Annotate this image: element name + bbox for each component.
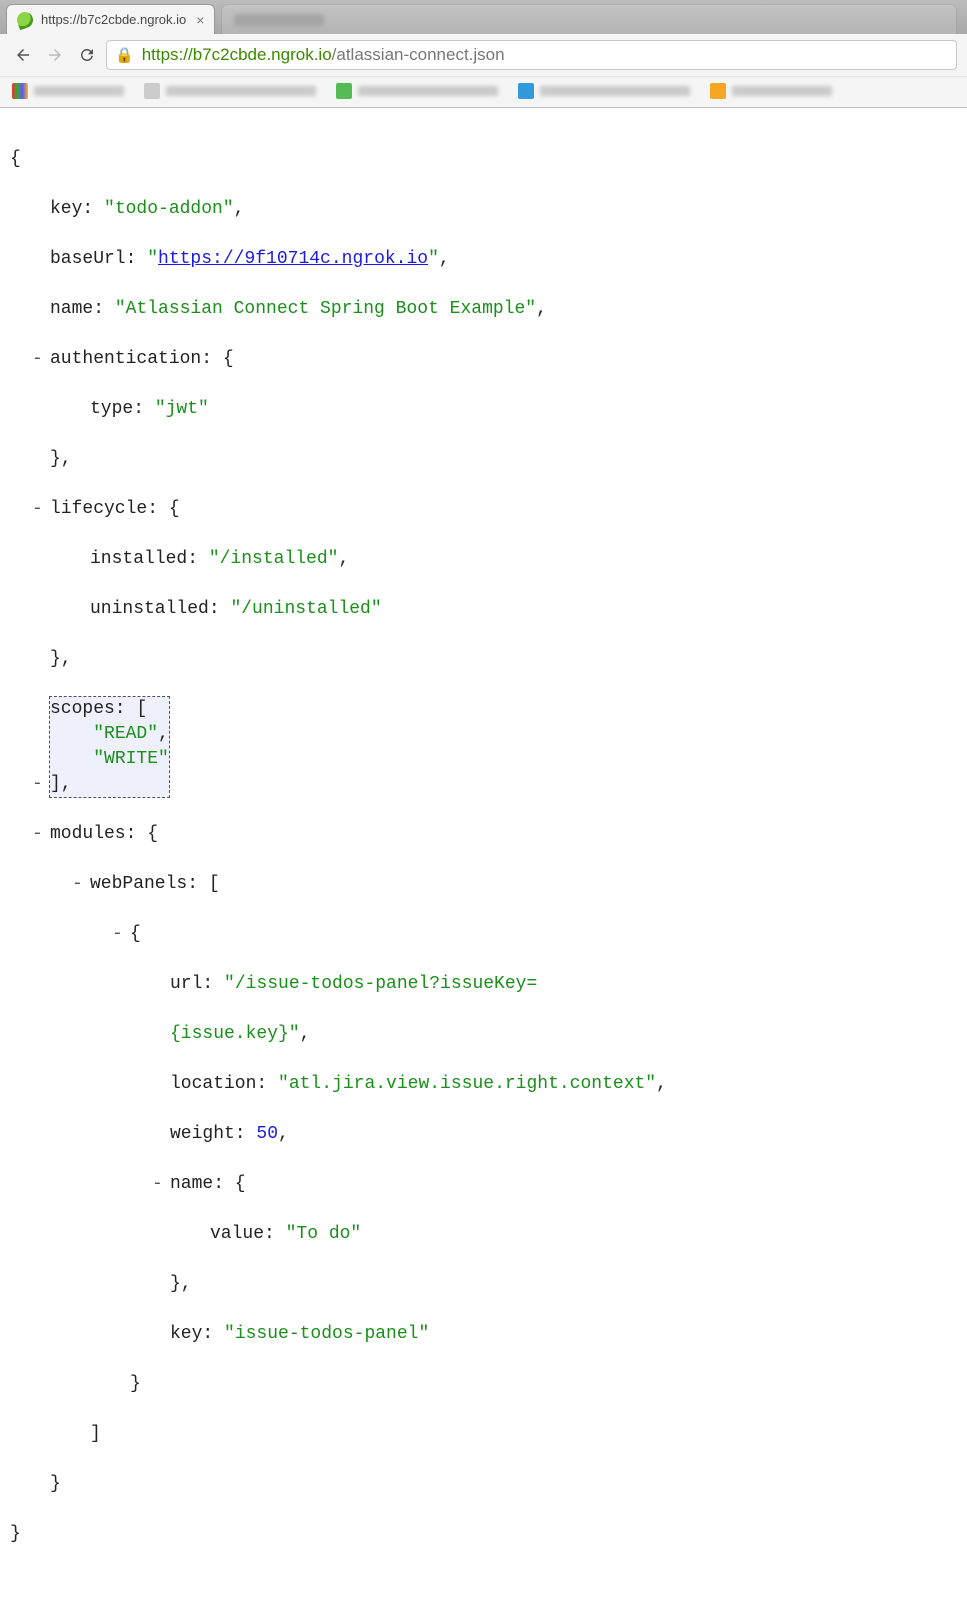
bookmark-icon [336,83,352,99]
bookmark-item[interactable] [336,83,498,99]
bookmark-icon [518,83,534,99]
json-line: }, [10,447,957,472]
json-line: -{ [10,922,957,947]
json-line: location: "atl.jira.view.issue.right.con… [10,1072,957,1097]
json-line: } [10,1472,957,1497]
tab-strip: https://b7c2cbde.ngrok.io × [0,0,967,34]
reload-button[interactable] [74,42,100,68]
close-icon[interactable]: × [196,13,204,27]
browser-tab-inactive[interactable] [221,4,957,34]
back-button[interactable] [10,42,36,68]
json-line: }, [10,647,957,672]
json-line: }, [10,1272,957,1297]
collapse-toggle[interactable]: - [32,772,46,797]
json-line: ] [10,1422,957,1447]
json-line: -name: { [10,1172,957,1197]
json-line: type: "jwt" [10,397,957,422]
json-line: -webPanels: [ [10,872,957,897]
tab-title: https://b7c2cbde.ngrok.io [41,12,186,27]
json-line: url: "/issue-todos-panel?issueKey= [10,972,957,997]
collapse-toggle[interactable]: - [32,822,46,847]
json-line: baseUrl: "https://9f10714c.ngrok.io", [10,247,957,272]
url-host: b7c2cbde.ngrok.io [193,45,332,65]
json-line: uninstalled: "/uninstalled" [10,597,957,622]
json-line: -lifecycle: { [10,497,957,522]
bookmark-icon [144,83,160,99]
address-bar[interactable]: 🔒 https://b7c2cbde.ngrok.io/atlassian-co… [106,40,957,70]
base-url-link[interactable]: https://9f10714c.ngrok.io [158,249,428,269]
arrow-right-icon [46,46,64,64]
forward-button[interactable] [42,42,68,68]
bookmark-item[interactable] [710,83,832,99]
json-line: -modules: { [10,822,957,847]
url-path: /atlassian-connect.json [332,45,505,65]
bookmark-label-blurred [34,86,124,96]
lock-icon: 🔒 [115,46,134,64]
json-line: -authentication: { [10,347,957,372]
json-line: weight: 50, [10,1122,957,1147]
collapse-toggle[interactable]: - [32,497,46,522]
bookmark-item[interactable] [144,83,316,99]
collapse-toggle[interactable]: - [32,347,46,372]
reload-icon [78,46,96,64]
browser-tab-active[interactable]: https://b7c2cbde.ngrok.io × [6,4,215,34]
bookmark-item[interactable] [12,83,124,99]
bookmark-label-blurred [358,86,498,96]
browser-chrome: https://b7c2cbde.ngrok.io × 🔒 https://b7… [0,0,967,108]
json-line: { [10,147,957,172]
bookmarks-bar [0,76,967,107]
bookmark-label-blurred [166,86,316,96]
json-line: name: "Atlassian Connect Spring Boot Exa… [10,297,957,322]
collapse-toggle[interactable]: - [112,922,126,947]
spring-leaf-icon [15,9,36,30]
arrow-left-icon [14,46,32,64]
bookmark-item[interactable] [518,83,690,99]
bookmark-icon [710,83,726,99]
json-viewer: { key: "todo-addon", baseUrl: "https://9… [0,108,967,1612]
json-line: {issue.key}", [10,1022,957,1047]
json-line: } [10,1372,957,1397]
url-protocol: https:// [142,45,193,65]
collapse-toggle[interactable]: - [152,1172,166,1197]
json-line: value: "To do" [10,1222,957,1247]
bookmark-label-blurred [732,86,832,96]
bookmark-icon [12,83,28,99]
json-line-highlighted: -scopes: [ "READ", "WRITE" ], [10,697,957,797]
tab-title-blurred [234,14,324,26]
collapse-toggle[interactable]: - [72,872,86,897]
json-line: key: "todo-addon", [10,197,957,222]
toolbar: 🔒 https://b7c2cbde.ngrok.io/atlassian-co… [0,34,967,76]
json-line: } [10,1522,957,1547]
bookmark-label-blurred [540,86,690,96]
json-line: installed: "/installed", [10,547,957,572]
json-line: key: "issue-todos-panel" [10,1322,957,1347]
